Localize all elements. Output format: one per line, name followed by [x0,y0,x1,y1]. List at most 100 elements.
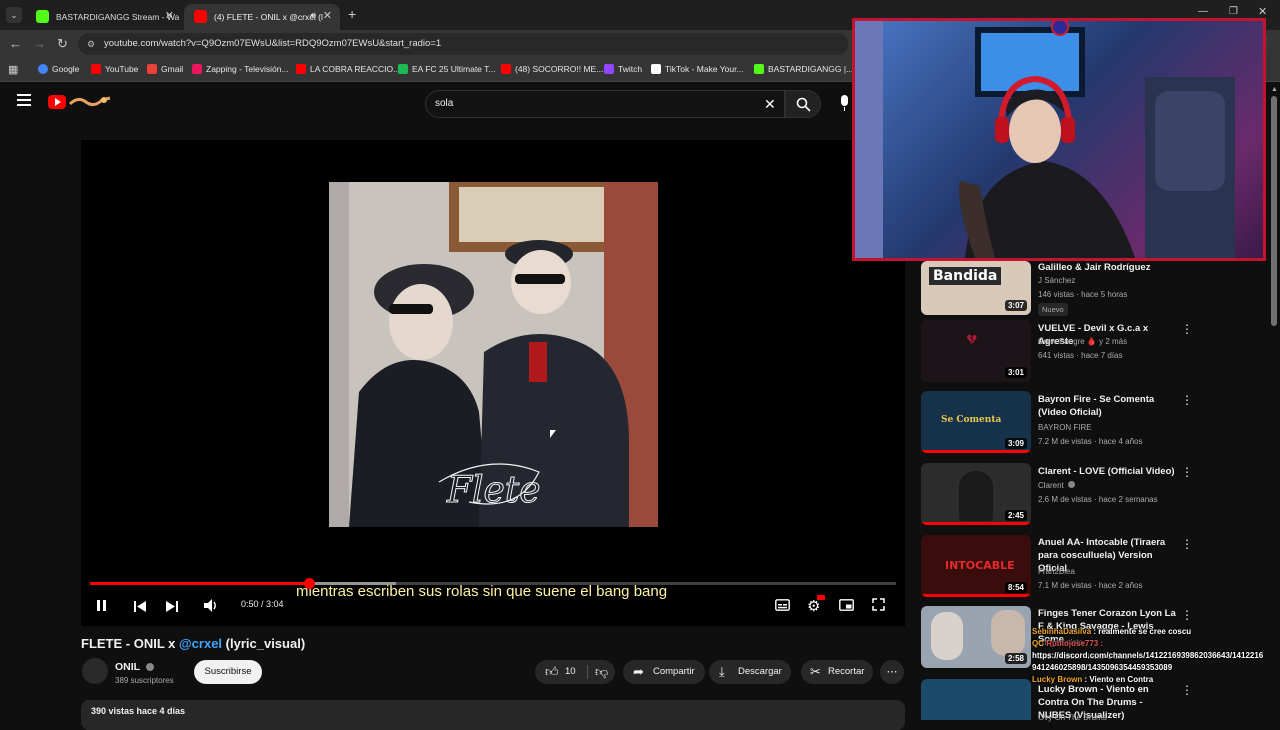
video-thumbnail[interactable]: Bandida 3:07 [921,261,1031,315]
channel-name[interactable]: ONIL [115,661,154,673]
more-actions-button[interactable]: ⋯ [880,660,904,684]
back-icon[interactable]: ← [9,36,22,51]
chat-user: SebinhaDasilva [1032,627,1092,636]
minimize-icon[interactable]: — [1198,6,1208,17]
video-thumbnail[interactable]: 💔︎ 3:01 [921,320,1031,382]
new-tab-button[interactable]: + [348,6,356,22]
close-icon[interactable]: ✕ [165,9,174,22]
dislike-button[interactable]: 👎︎ [588,660,615,684]
description-box[interactable]: 390 vistas hace 4 días [81,700,905,730]
video-thumbnail[interactable]: Se Comenta 3:09 [921,391,1031,453]
title-mention-link[interactable]: @crxel [179,636,222,651]
clip-button[interactable]: ✂ Recortar [801,660,873,684]
site-info-icon[interactable]: ⚙ [87,33,95,55]
search-button[interactable] [785,90,821,118]
bookmark-twitch[interactable]: Twitch [604,64,642,74]
youtube-logo[interactable] [48,95,66,109]
fullscreen-button[interactable] [872,598,885,614]
more-options-icon[interactable]: ⋮ [1181,537,1193,551]
scrollbar-thumb[interactable] [1271,96,1277,326]
video-duration: 8:54 [1004,582,1027,593]
miniplayer-button[interactable] [839,599,854,614]
chat-message: Lucky Brown : Viento en Contra [1032,675,1154,684]
chat-user: Lucky Brown [1032,675,1083,684]
forward-icon[interactable]: → [33,36,46,51]
tab-flete-youtube[interactable]: (4) FLETE - ONIL x @crxel (l 🔊︎ ✕ [184,4,340,30]
channel-avatar[interactable] [82,658,108,684]
subtitles-icon [775,599,790,611]
video-channel[interactable]: Crew Sangre 🩸 y 2 más [1038,337,1127,346]
like-button[interactable]: 👍︎ 10 [535,660,587,684]
bookmark-gmail[interactable]: Gmail [147,64,183,74]
sidebar-video-item[interactable]: 2:45 Clarent - LOVE (Official Video) Cla… [921,463,1193,529]
scissors-icon: ✂ [810,664,821,679]
bookmark-label: Google [52,64,80,74]
video-player[interactable]: Flete mientras escriben sus rolas sin qu… [81,140,905,626]
video-channel[interactable]: J Sánchez [1038,276,1075,285]
thumbs-down-icon: 👎︎ [595,664,609,679]
watched-progress [921,594,1031,597]
tab-label: (4) FLETE - ONIL x @crxel (l [214,12,323,22]
bookmark-youtube[interactable]: YouTube [91,64,138,74]
bookmark-zapping[interactable]: Zapping - Televisión... [192,64,289,74]
sidebar-video-item[interactable]: Se Comenta 3:09 Bayron Fire - Se Comenta… [921,391,1193,457]
more-options-icon[interactable]: ⋮ [1181,608,1193,622]
tiktok-icon [651,64,661,74]
time-display: 0:50 / 3:04 [241,599,284,609]
speaker-icon[interactable]: 🔊︎ [310,10,316,21]
subtitles-button[interactable] [775,599,790,614]
video-thumbnail[interactable]: INTOCABLE 8:54 [921,535,1031,597]
more-options-icon[interactable]: ⋮ [1181,322,1193,336]
sidebar-video-item[interactable]: INTOCABLE 8:54 Anuel AA- Intocable (Tira… [921,535,1193,601]
clear-search-icon[interactable]: ✕ [764,96,776,113]
search-query: sola [435,98,454,109]
voice-search-icon[interactable] [838,94,852,114]
video-meta: 146 vistas · hace 5 horas [1038,290,1128,299]
progress-bar[interactable] [90,578,896,589]
next-button[interactable] [166,600,178,615]
reload-icon[interactable]: ↻ [57,36,68,52]
more-options-icon[interactable]: ⋮ [1181,465,1193,479]
address-bar[interactable]: ⚙ youtube.com/watch?v=Q9Ozm07EWsU&list=R… [78,33,848,55]
download-button[interactable]: ⤓ Descargar [709,660,791,684]
bookmark-socorro[interactable]: (48) SOCORRO!! ME... [501,64,603,74]
hamburger-menu-icon[interactable] [17,94,31,106]
previous-button[interactable] [134,600,146,615]
video-channel[interactable]: Ovy On The Drums [1038,713,1107,722]
close-icon[interactable]: ✕ [323,9,332,22]
chat-message: QC Rubiojose773 : [1032,638,1280,650]
page-scrollbar[interactable]: ▲ [1270,86,1278,720]
bookmark-la-cobra[interactable]: LA COBRA REACCIO... [296,64,400,74]
bookmark-google[interactable]: Google [38,64,79,74]
chat-text: 941246025898/1435096354459353089 [1032,663,1173,672]
bookmark-label: TikTok - Make Your... [665,64,744,74]
chat-user: QC [1032,639,1044,648]
settings-button[interactable]: ⚙ [807,595,825,615]
tab-search-button[interactable]: ⌄ [6,7,22,23]
volume-button[interactable] [204,599,218,615]
bookmark-bastardigangg[interactable]: BASTARDIGANGG |... [754,64,853,74]
more-options-icon[interactable]: ⋮ [1181,393,1193,407]
video-channel[interactable]: Clarent [1038,481,1076,490]
bookmark-tiktok[interactable]: TikTok - Make Your... [651,64,744,74]
video-channel[interactable]: BAYRON FIRE [1038,423,1092,432]
channel-name-text: ONIL [115,661,140,673]
video-thumbnail[interactable] [921,679,1031,720]
video-channel[interactable]: Fran2Biea [1038,567,1075,576]
video-thumbnail[interactable]: 2:58 [921,606,1031,668]
window-close-icon[interactable]: ✕ [1258,5,1267,18]
chat-message: https://discord.com/channels/14122169398… [1032,650,1280,662]
sidebar-video-item[interactable]: 💔︎ 3:01 VUELVE - Devil x G.c.a x Agreste… [921,320,1193,386]
bookmark-ea-fc[interactable]: EA FC 25 Ultimate T... [398,64,495,74]
tab-bastardigangg-stream[interactable]: BASTARDIGANGG Stream - Wa ✕ [26,4,182,30]
share-button[interactable]: ➦ Compartir [623,660,705,684]
video-thumbnail[interactable]: 2:45 [921,463,1031,525]
scroll-up-icon[interactable]: ▲ [1271,86,1278,93]
restore-icon[interactable]: ❐ [1229,6,1238,17]
search-input[interactable]: sola ✕ [425,90,785,118]
sidebar-video-item[interactable]: Bandida 3:07 Galilleo & Jair Rodríguez J… [921,259,1191,325]
kick-icon [754,64,764,74]
zapping-icon [192,64,202,74]
apps-grid-icon[interactable]: ▦ [8,63,18,76]
subscribe-button[interactable]: Suscribirse [194,660,262,684]
